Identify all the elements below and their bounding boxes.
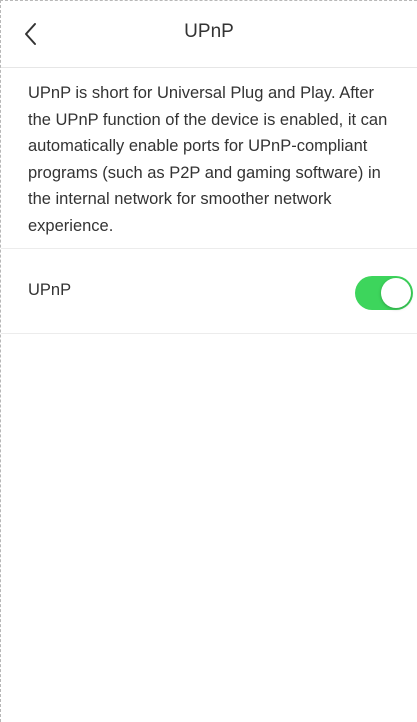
toggle-knob xyxy=(381,278,411,308)
upnp-description: UPnP is short for Universal Plug and Pla… xyxy=(1,68,417,249)
chevron-left-icon xyxy=(25,23,36,45)
upnp-setting-row: UPnP xyxy=(1,249,417,334)
upnp-screen: UPnP UPnP is short for Universal Plug an… xyxy=(0,0,417,722)
upnp-setting-label: UPnP xyxy=(28,281,72,299)
page-title: UPnP xyxy=(184,21,234,42)
upnp-toggle[interactable] xyxy=(355,276,413,310)
back-button[interactable] xyxy=(15,19,45,49)
nav-bar: UPnP xyxy=(1,1,417,68)
